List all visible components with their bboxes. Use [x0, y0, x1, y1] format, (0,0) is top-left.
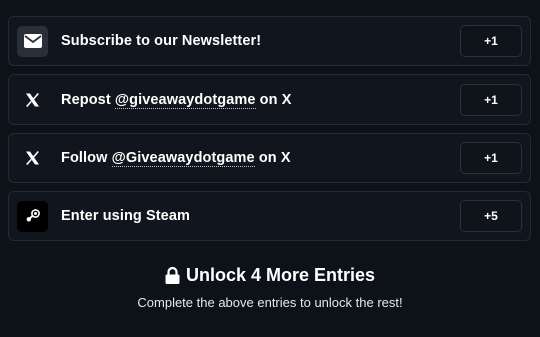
- entry-label: Repost @giveawaydotgame on X: [61, 91, 292, 109]
- entry-text: Follow: [61, 150, 112, 166]
- x-handle-link[interactable]: @Giveawaydotgame: [111, 150, 255, 167]
- entry-label: Enter using Steam: [61, 208, 190, 224]
- entry-follow-x[interactable]: Follow @Giveawaydotgame on X +1: [8, 133, 531, 183]
- lock-icon: [165, 267, 180, 284]
- x-logo-icon: [17, 143, 48, 174]
- points-button[interactable]: +5: [460, 200, 522, 232]
- entry-text-suffix: on X: [254, 150, 291, 166]
- entry-label: Subscribe to our Newsletter!: [61, 33, 261, 49]
- points-button[interactable]: +1: [460, 142, 522, 174]
- unlock-title: Unlock 4 More Entries: [185, 265, 376, 285]
- entry-text: Repost: [61, 91, 115, 108]
- entry-text: Subscribe to our Newsletter!: [61, 33, 262, 49]
- x-logo-icon: [17, 84, 48, 115]
- entry-text-suffix: on X: [255, 91, 292, 108]
- x-handle-link[interactable]: @giveawaydotgame: [114, 91, 256, 109]
- unlock-heading: Unlock 4 More Entries: [0, 265, 540, 286]
- entry-list: Subscribe to our Newsletter! +1 Repost @…: [8, 16, 531, 249]
- unlock-section: Unlock 4 More Entries Complete the above…: [0, 265, 540, 310]
- entry-label: Follow @Giveawaydotgame on X: [61, 150, 291, 167]
- mail-icon: [17, 25, 48, 57]
- unlock-subtitle: Complete the above entries to unlock the…: [137, 295, 403, 310]
- points-button[interactable]: +1: [460, 83, 522, 116]
- entry-text: Enter using Steam: [61, 208, 191, 224]
- entry-newsletter[interactable]: Subscribe to our Newsletter! +1: [8, 16, 531, 66]
- entry-steam[interactable]: Enter using Steam +5: [8, 191, 531, 241]
- entry-repost-x[interactable]: Repost @giveawaydotgame on X +1: [8, 74, 531, 125]
- points-button[interactable]: +1: [460, 25, 522, 57]
- steam-icon: [17, 200, 48, 232]
